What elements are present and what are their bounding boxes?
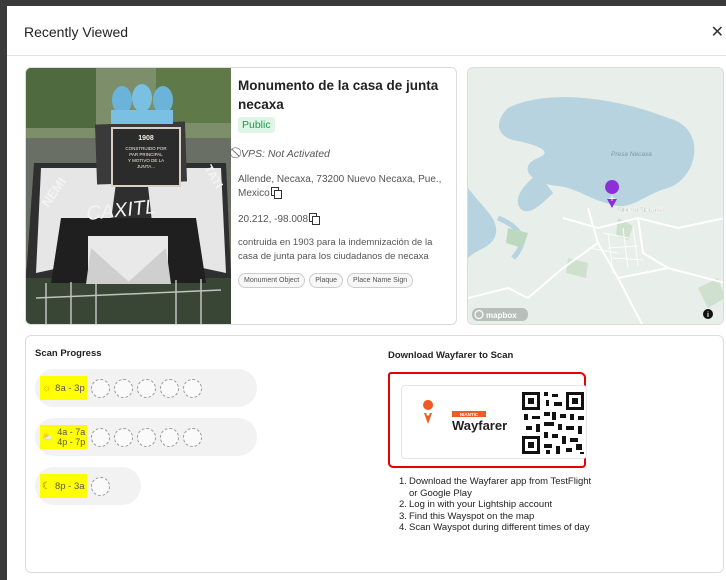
plaque: 1908 CONSTRUIDO POR PAR PRINCIPAL Y MOTI… (111, 127, 181, 187)
scan-slot-twilight: ⛅ 4a - 7a 4p - 7p (35, 418, 257, 456)
scan-slot-morning: ☼ 8a - 3p (35, 369, 257, 407)
coordinates: 20.212, -98.008 (238, 213, 454, 225)
scan-circle (113, 378, 133, 398)
mapbox-logo-icon: mapbox (472, 308, 528, 321)
map-lake-label: Presa Necaxa (611, 151, 652, 158)
address: Allende, Necaxa, 73200 Nuevo Necaxa, Pue… (238, 173, 454, 201)
step-text: Scan Wayspot during different times of d… (409, 522, 590, 533)
step-text: Find this Wayspot on the map (409, 510, 535, 522)
step-text: Download the Wayfarer app from TestFligh… (409, 476, 592, 499)
slot-time-line: 4p - 7p (57, 437, 86, 447)
scan-circle (90, 476, 110, 496)
copy-icon[interactable] (309, 213, 321, 225)
scan-circle (136, 378, 156, 398)
recently-viewed-dialog: Recently Viewed ✕ 1908 CONSTRUIDO POR PA… (7, 6, 726, 580)
wayspot-card: 1908 CONSTRUIDO POR PAR PRINCIPAL Y MOTI… (25, 67, 457, 325)
scan-panel: Scan Progress ☼ 8a - 3p ⛅ 4a - 7a 4p - 7p (25, 335, 724, 573)
vps-status-text: VPS: Not Activated (241, 147, 330, 160)
plaque-line-3: Y MOTIVO DE LA (128, 158, 164, 163)
download-steps: 1. Download the Wayfarer app from TestFli… (399, 476, 594, 534)
slot-time-line: 4a - 7a (57, 427, 86, 437)
coordinates-text: 20.212, -98.008 (238, 214, 309, 225)
tag: Place Name Sign (347, 273, 414, 288)
wayfarer-logo-icon (423, 400, 434, 424)
wayspot-name: Monumento de la casa de junta necaxa (238, 78, 439, 112)
wayspot-description: contruida en 1903 para la indemnización … (238, 237, 433, 262)
plaque-year: 1908 (138, 135, 154, 142)
scan-circle (91, 427, 111, 447)
moon-icon: ☾ (42, 480, 51, 492)
dialog-title: Recently Viewed (24, 24, 129, 40)
step-item: 1. Download the Wayfarer app from TestFli… (399, 476, 594, 499)
scan-circle (159, 378, 179, 398)
step-number: 2. (399, 499, 407, 510)
brand-name: Wayfarer (452, 418, 507, 433)
svg-text:i: i (707, 312, 709, 319)
scan-circle (137, 427, 157, 447)
step-number: 4. (399, 522, 407, 533)
wayspot-info: Monumento de la casa de junta necaxa Pub… (238, 76, 454, 288)
slot-label: ⛅ 4a - 7a 4p - 7p (40, 425, 88, 449)
sunset-icon: ⛅ (42, 431, 54, 442)
download-title: Download Wayfarer to Scan (388, 350, 514, 361)
brand-small: NIANTIC (460, 412, 479, 417)
window-left-edge (0, 0, 7, 580)
qr-code (520, 390, 586, 456)
plaque-line-1: CONSTRUIDO POR (125, 146, 167, 151)
map-town-label: Nuevo Necaxa (618, 207, 664, 214)
wayfarer-download-card[interactable]: NIANTIC Wayfarer (401, 385, 587, 459)
scan-circle (183, 427, 203, 447)
scan-circle (160, 427, 180, 447)
step-item: 3. Find this Wayspot on the map (399, 511, 594, 523)
slot-time: 8p - 3a (54, 480, 85, 492)
slot-time: 4a - 7a 4p - 7p (57, 427, 85, 447)
tag-list: Monument Object Plaque Place Name Sign (238, 273, 454, 288)
copy-icon[interactable] (270, 187, 282, 199)
plaque-line-4: JUNTA... (137, 164, 155, 169)
close-icon[interactable]: ✕ (711, 22, 724, 42)
step-number: 1. (399, 476, 407, 487)
address-text: Allende, Necaxa, 73200 Nuevo Necaxa, Pue… (238, 174, 442, 199)
info-icon[interactable]: i (703, 309, 713, 319)
dialog-header: Recently Viewed ✕ (7, 6, 726, 56)
scan-slot-night: ☾ 8p - 3a (35, 467, 141, 505)
tag: Monument Object (238, 273, 306, 288)
slot-time: 8a - 3p (55, 382, 85, 394)
step-number: 3. (399, 510, 407, 522)
slot-label: ☾ 8p - 3a (40, 474, 87, 498)
slot-label: ☼ 8a - 3p (40, 376, 87, 400)
step-text: Log in with your Lightship account (409, 499, 553, 510)
step-item: 4. Scan Wayspot during different times of… (399, 522, 594, 534)
scan-circle (182, 378, 202, 398)
plaque-line-2: PAR PRINCIPAL (129, 152, 163, 157)
scan-circle (90, 378, 110, 398)
tag: Plaque (309, 273, 344, 288)
wayspot-photo: 1908 CONSTRUIDO POR PAR PRINCIPAL Y MOTI… (26, 68, 231, 324)
visibility-badge: Public (238, 117, 275, 133)
scan-circle (114, 427, 134, 447)
location-map[interactable]: Presa Necaxa + Nuevo Necaxa mapbox i (467, 67, 724, 325)
sun-icon: ☼ (42, 382, 52, 394)
mapbox-attribution: mapbox (486, 311, 517, 320)
step-item: 2. Log in with your Lightship account (399, 499, 594, 511)
vps-status: ⃠ VPS: Not Activated (238, 147, 454, 160)
svg-text:+: + (608, 194, 616, 204)
scan-progress-title: Scan Progress (35, 348, 102, 359)
